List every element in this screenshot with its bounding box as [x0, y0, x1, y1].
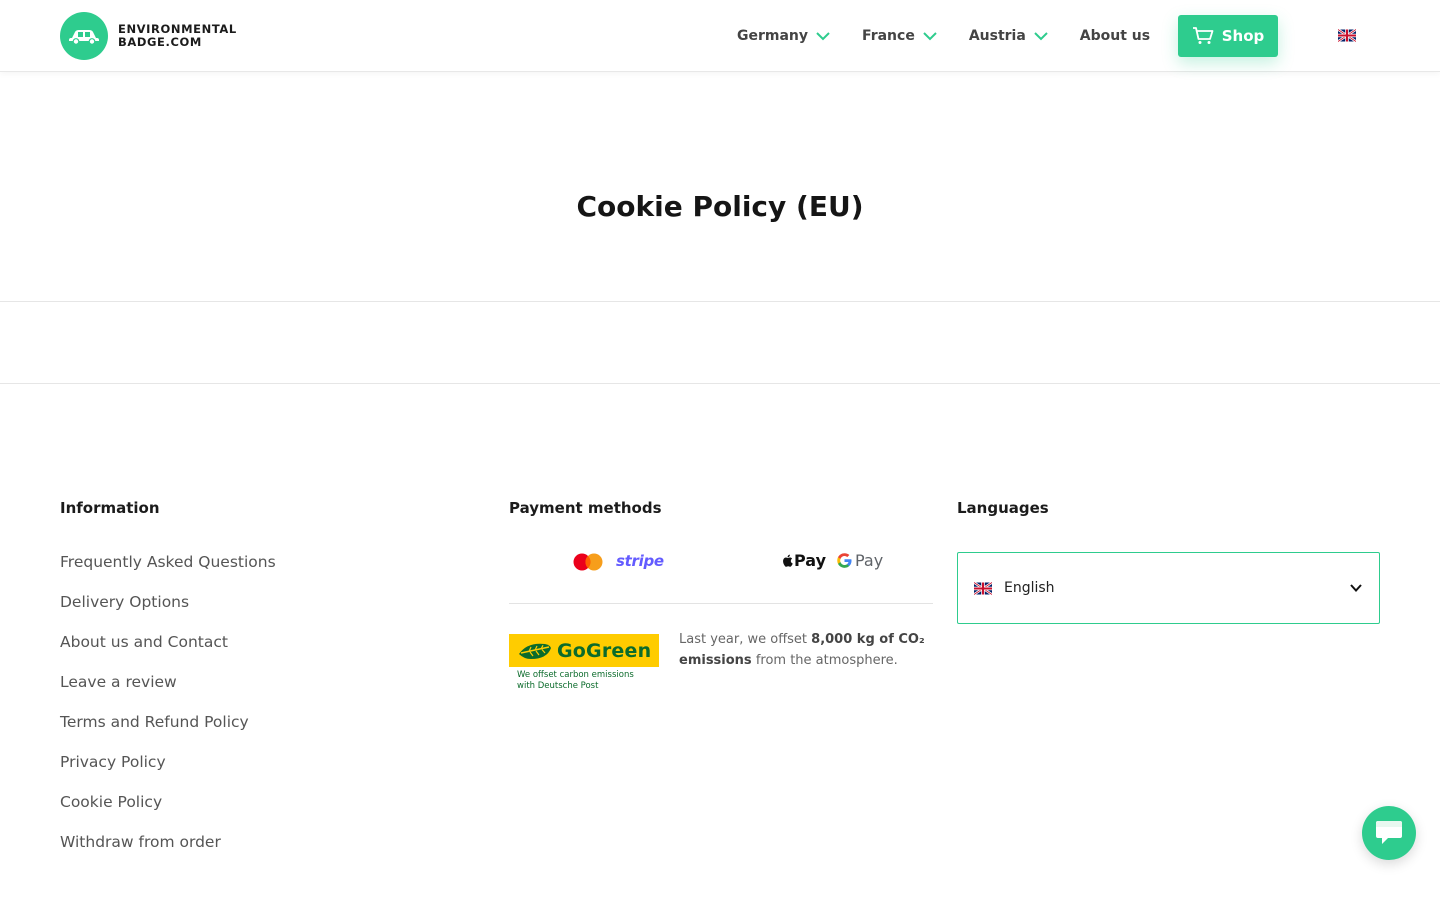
- nav-germany-label: Germany: [737, 28, 809, 44]
- google-g-icon: [837, 553, 852, 568]
- language-select[interactable]: English: [957, 552, 1380, 624]
- footer-link-cookie[interactable]: Cookie Policy: [60, 793, 276, 833]
- chat-button[interactable]: [1362, 806, 1416, 860]
- chevron-down-icon: [1350, 584, 1362, 592]
- co2-offset-text: Last year, we offset 8,000 kg of CO₂ emi…: [679, 629, 929, 671]
- uk-flag-icon: [974, 581, 992, 595]
- logo-wordmark: ENVIRONMENTAL BADGE.COM: [118, 23, 237, 49]
- co2-text-before: Last year, we offset: [679, 632, 812, 647]
- logo-link[interactable]: ENVIRONMENTAL BADGE.COM: [60, 12, 237, 60]
- nav-austria-label: Austria: [968, 28, 1026, 44]
- gogreen-logo: GoGreen We offset carbon emissions with …: [509, 634, 659, 694]
- divider: [0, 383, 1440, 384]
- nav-about-us-label: About us: [1079, 28, 1151, 44]
- shop-label: Shop: [1221, 27, 1265, 45]
- apple-icon: [783, 554, 793, 567]
- gogreen-sub-line-2: with Deutsche Post: [517, 681, 599, 691]
- stripe-logo: stripe: [616, 552, 664, 570]
- information-title: Information: [60, 499, 160, 517]
- footer-link-terms[interactable]: Terms and Refund Policy: [60, 713, 276, 753]
- logo-line-2: BADGE.COM: [118, 35, 202, 49]
- leaf-icon: [519, 643, 551, 659]
- payment-logos: stripe Pay Pay: [509, 540, 933, 604]
- page-title: Cookie Policy (EU): [576, 190, 864, 223]
- footer-link-withdraw[interactable]: Withdraw from order: [60, 833, 276, 873]
- footer-link-review[interactable]: Leave a review: [60, 673, 276, 713]
- google-pay-logo: Pay: [837, 551, 883, 570]
- chevron-down-icon: [923, 32, 937, 41]
- gogreen-sub-line-1: We offset carbon emissions: [517, 670, 634, 680]
- mastercard-icon: [573, 553, 603, 571]
- footer-link-faq[interactable]: Frequently Asked Questions: [60, 553, 276, 593]
- information-links: Frequently Asked Questions Delivery Opti…: [60, 553, 276, 873]
- uk-flag-icon[interactable]: [1338, 29, 1356, 42]
- car-icon: [60, 12, 108, 60]
- footer-link-delivery[interactable]: Delivery Options: [60, 593, 276, 633]
- chat-bubble-icon: [1376, 821, 1402, 844]
- cart-icon: [1192, 27, 1214, 44]
- site-header: ENVIRONMENTAL BADGE.COM Germany France A…: [0, 0, 1440, 72]
- co2-text-after: from the atmosphere.: [751, 653, 898, 668]
- gogreen-banner: GoGreen: [509, 634, 659, 667]
- apple-pay-label: Pay: [794, 551, 827, 570]
- gogreen-word: GoGreen: [557, 639, 652, 662]
- gogreen-subtitle: We offset carbon emissions with Deutsche…: [509, 670, 659, 692]
- footer-link-about-contact[interactable]: About us and Contact: [60, 633, 276, 673]
- chevron-down-icon: [1034, 32, 1048, 41]
- title-section: Cookie Policy (EU): [0, 72, 1440, 302]
- language-select-value: English: [1004, 580, 1055, 596]
- footer-link-privacy[interactable]: Privacy Policy: [60, 753, 276, 793]
- google-pay-label: Pay: [855, 551, 884, 570]
- shop-button[interactable]: Shop: [1178, 15, 1278, 57]
- apple-pay-logo: Pay: [781, 551, 826, 570]
- nav-france-label: France: [862, 28, 915, 44]
- nav-france[interactable]: France: [862, 28, 937, 44]
- nav-germany[interactable]: Germany: [737, 28, 830, 44]
- payment-title: Payment methods: [509, 499, 662, 517]
- nav-austria[interactable]: Austria: [969, 28, 1048, 44]
- languages-title: Languages: [957, 499, 1049, 517]
- chevron-down-icon: [816, 32, 830, 41]
- nav-about-us[interactable]: About us: [1080, 28, 1150, 44]
- main-nav: Germany France Austria About us: [737, 0, 1150, 72]
